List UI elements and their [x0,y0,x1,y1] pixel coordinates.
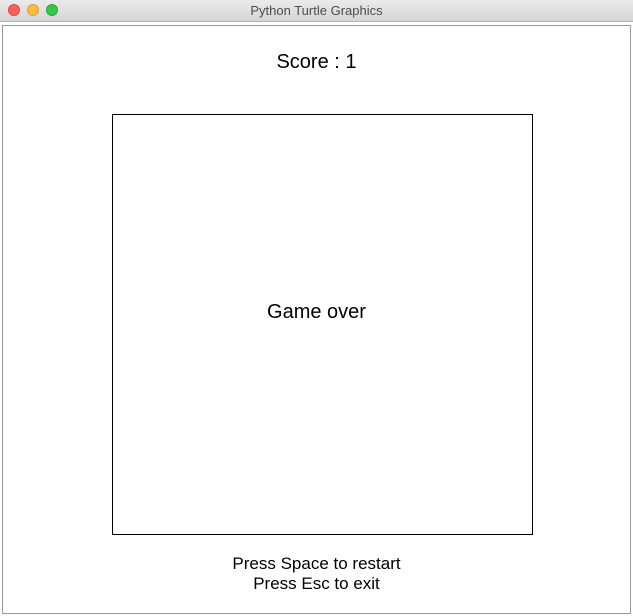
instructions: Press Space to restart Press Esc to exit [0,554,633,594]
turtle-window: Python Turtle Graphics Score : 1 Game ov… [0,0,633,616]
window-title: Python Turtle Graphics [250,3,383,18]
score-label: Score : 1 [276,51,357,73]
restart-instruction: Press Space to restart [232,554,401,573]
exit-instruction: Press Esc to exit [253,574,380,593]
title-bar[interactable]: Python Turtle Graphics [0,0,633,22]
game-board [112,114,533,535]
game-over-message: Game over [267,301,366,323]
